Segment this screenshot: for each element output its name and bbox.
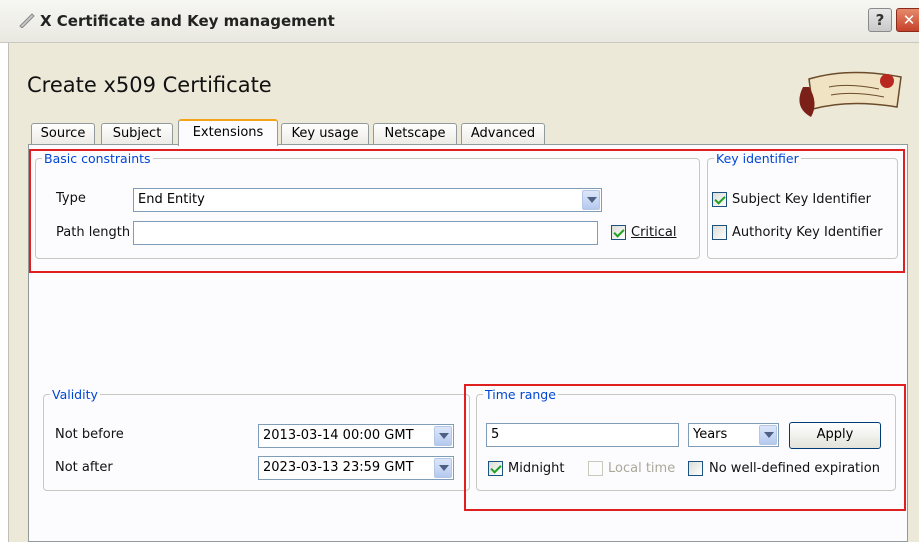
validity-legend: Validity [52,387,98,402]
path-length-label: Path length [56,225,131,240]
local-time-checkbox[interactable] [588,461,603,476]
subject-key-identifier-label: Subject Key Identifier [732,192,871,207]
tab-netscape[interactable]: Netscape [373,123,457,145]
no-expiration-checkbox[interactable] [688,461,703,476]
title-bar: X Certificate and Key management ? ✕ [0,0,919,43]
logo-scroll-icon [799,71,902,117]
type-label: Type [56,191,86,206]
chevron-down-icon[interactable] [434,458,452,478]
authority-key-identifier-label: Authority Key Identifier [732,225,883,240]
chevron-down-icon[interactable] [582,190,600,210]
dialog-client-area: Create x509 Certificate Source Subject E… [8,43,919,542]
not-before-select[interactable]: 2013-03-14 00:00 GMT [258,424,454,448]
time-range-unit-value: Years [693,427,728,442]
chevron-down-icon[interactable] [759,425,777,445]
key-identifier-legend: Key identifier [716,151,799,166]
tab-source[interactable]: Source [31,123,95,145]
app-icon [19,13,35,28]
tab-extensions[interactable]: Extensions [178,119,278,146]
type-select[interactable]: End Entity [133,188,602,212]
local-time-label: Local time [608,461,676,476]
tab-subject[interactable]: Subject [101,123,173,145]
not-after-value: 2023-03-13 23:59 GMT [263,460,414,475]
type-select-value: End Entity [138,192,205,207]
time-range-unit-select[interactable]: Years [688,423,779,447]
tab-key-usage[interactable]: Key usage [281,123,369,145]
basic-constraints-legend: Basic constraints [44,151,151,166]
authority-key-identifier-checkbox[interactable] [712,225,727,240]
path-length-input[interactable] [133,221,598,245]
critical-checkbox[interactable] [611,225,626,240]
no-expiration-label: No well-defined expiration [709,461,880,476]
midnight-checkbox[interactable] [488,461,503,476]
not-before-value: 2013-03-14 00:00 GMT [263,428,414,443]
chevron-down-icon[interactable] [434,426,452,446]
midnight-label: Midnight [508,461,565,476]
apply-button[interactable]: Apply [789,422,881,449]
subject-key-identifier-checkbox[interactable] [712,192,727,207]
extensions-panel: Basic constraints Type End Entity Path l… [28,144,908,542]
tab-advanced[interactable]: Advanced [461,123,545,145]
page-title: Create x509 Certificate [27,73,272,97]
critical-label: Critical [631,225,677,240]
close-button[interactable]: ✕ [896,8,919,32]
time-range-legend: Time range [485,387,556,402]
not-before-label: Not before [55,427,124,442]
help-button[interactable]: ? [868,8,892,32]
time-range-amount-input[interactable]: 5 [486,423,679,447]
not-after-select[interactable]: 2023-03-13 23:59 GMT [258,456,454,480]
not-after-label: Not after [55,460,113,475]
window-title: X Certificate and Key management [40,12,335,30]
